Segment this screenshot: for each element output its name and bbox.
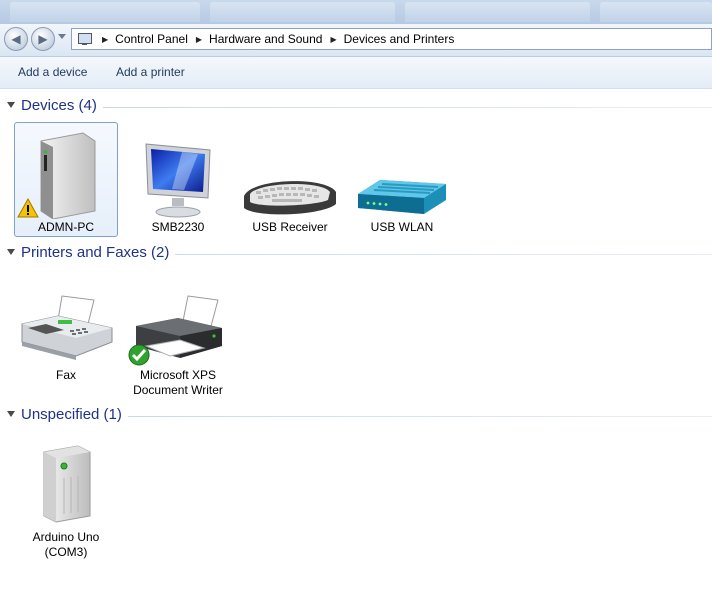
device-usb-wlan[interactable]: USB WLAN (350, 122, 454, 237)
device-label-line2: (COM3) (44, 545, 88, 559)
breadcrumb-hardware-and-sound[interactable]: Hardware and Sound (209, 32, 322, 46)
group-title: Unspecified (1) (21, 406, 128, 423)
fax-machine-icon (21, 295, 113, 360)
device-fax[interactable]: Fax (14, 290, 118, 390)
recent-pages-dropdown[interactable] (58, 34, 66, 39)
device-label-line2: Document Writer (133, 383, 223, 397)
breadcrumb-devices-and-printers[interactable]: Devices and Printers (344, 32, 455, 46)
device-arduino-uno[interactable]: Arduino Uno (COM3) (14, 440, 118, 565)
device-label: Fax (55, 368, 76, 382)
window-top-strip (0, 0, 712, 24)
navigation-bar: ◀ ▶ ▶ Control Panel ▶ Hardware and Sound… (0, 24, 712, 57)
warning-icon (17, 198, 39, 218)
device-label: Microsoft XPS (139, 368, 217, 382)
background-tab[interactable] (210, 2, 395, 22)
back-button[interactable]: ◀ (4, 27, 28, 51)
group-devices-header[interactable]: Devices (4) (0, 97, 712, 117)
group-title: Printers and Faxes (2) (21, 244, 176, 261)
collapse-chevron-icon[interactable] (7, 411, 15, 417)
background-tab[interactable] (405, 2, 590, 22)
address-bar[interactable]: ▶ Control Panel ▶ Hardware and Sound ▶ D… (71, 28, 712, 50)
device-label: USB WLAN (370, 220, 434, 234)
breadcrumb-separator-icon[interactable]: ▶ (196, 35, 202, 44)
device-admn-pc[interactable]: ADMN-PC (14, 122, 118, 237)
default-check-icon (128, 344, 150, 366)
background-tab[interactable] (600, 2, 712, 22)
back-arrow-icon: ◀ (11, 32, 21, 46)
device-label: USB Receiver (252, 220, 328, 234)
forward-button[interactable]: ▶ (31, 27, 55, 51)
forward-arrow-icon: ▶ (38, 32, 48, 46)
collapse-chevron-icon[interactable] (7, 102, 15, 108)
device-smb2230[interactable]: SMB2230 (126, 122, 230, 237)
command-bar: Add a device Add a printer (0, 57, 712, 89)
add-device-button[interactable]: Add a device (18, 65, 87, 79)
generic-device-icon (43, 445, 91, 523)
group-title: Devices (4) (21, 97, 103, 114)
device-label: Arduino Uno (32, 530, 100, 544)
background-tab[interactable] (10, 2, 200, 22)
control-panel-icon (76, 31, 94, 47)
breadcrumb-separator-icon[interactable]: ▶ (102, 35, 108, 44)
group-unspecified-header[interactable]: Unspecified (1) (0, 406, 712, 426)
group-printers-header[interactable]: Printers and Faxes (2) (0, 244, 712, 264)
device-label: ADMN-PC (38, 220, 94, 234)
collapse-chevron-icon[interactable] (7, 249, 15, 255)
keyboard-icon (244, 181, 336, 215)
breadcrumb-separator-icon[interactable]: ▶ (330, 35, 336, 44)
computer-tower-icon (40, 132, 96, 219)
group-divider (21, 107, 712, 108)
device-usb-receiver[interactable]: USB Receiver (238, 122, 342, 237)
breadcrumb-control-panel[interactable]: Control Panel (115, 32, 188, 46)
router-icon (358, 180, 446, 214)
device-label: SMB2230 (151, 220, 205, 234)
device-microsoft-xps-document-writer[interactable]: Microsoft XPS Document Writer (126, 290, 230, 402)
monitor-icon (145, 143, 211, 218)
add-printer-button[interactable]: Add a printer (116, 65, 185, 79)
